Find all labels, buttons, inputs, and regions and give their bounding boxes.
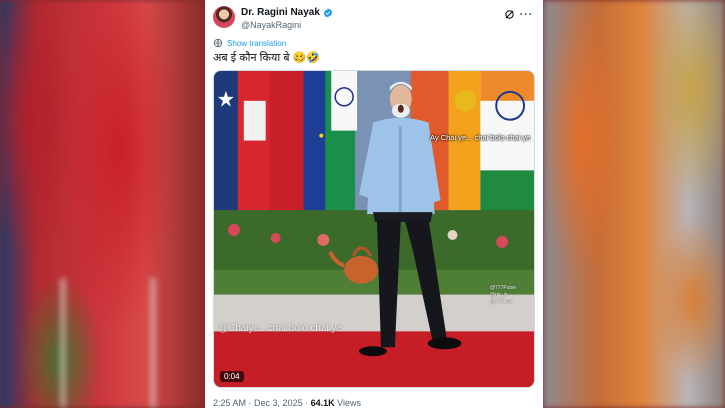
views-count: 64.1K [310, 398, 335, 408]
video-caption: Ay Chai ye... chai bolo chai ye [430, 133, 531, 142]
author-name[interactable]: Dr. Ragini Nayak [241, 7, 320, 18]
corner-tag: @777Live [490, 299, 513, 305]
avatar[interactable] [213, 6, 235, 28]
author-name-row[interactable]: Dr. Ragini Nayak [241, 7, 333, 18]
video-player[interactable]: Ay Chai ye... chai bolo chai ye @777Puls… [213, 70, 535, 388]
blurred-background-right [543, 0, 725, 408]
background-pole [150, 278, 156, 408]
tweet-header: Dr. Ragini Nayak @NayakRagini ··· [213, 4, 535, 34]
views-label: Views [337, 398, 362, 408]
tweet-card[interactable]: Dr. Ragini Nayak @NayakRagini ··· Show t… [205, 0, 543, 408]
author-handle[interactable]: @NayakRagini [241, 20, 301, 30]
corner-tag: @rkr_in [490, 292, 508, 298]
blurred-background-left [0, 0, 205, 408]
tweet-time[interactable]: 2:25 AM [213, 398, 246, 408]
show-translation-label[interactable]: Show translation [227, 39, 286, 48]
translate-icon [213, 38, 223, 48]
verified-badge-icon [323, 7, 333, 18]
tweet-text: अब ई कौन किया बे 🥴🤣 [213, 52, 320, 64]
corner-tag: @777Pulse [490, 285, 516, 291]
video-corner-tags: @777Pulse @rkr_in @777Live [490, 285, 516, 306]
video-frame [214, 71, 534, 387]
show-translation-link[interactable]: Show translation [213, 38, 286, 48]
video-duration: 0:04 [220, 371, 244, 382]
more-icon[interactable]: ··· [520, 7, 534, 21]
tweet-date[interactable]: Dec 3, 2025 [254, 398, 303, 408]
grok-icon[interactable] [504, 9, 515, 20]
video-watermark: @Chaiye...chai bolo chai ye [218, 323, 343, 334]
background-pole [60, 278, 66, 408]
tweet-meta: 2:25 AM · Dec 3, 2025 · 64.1K Views [213, 398, 361, 408]
